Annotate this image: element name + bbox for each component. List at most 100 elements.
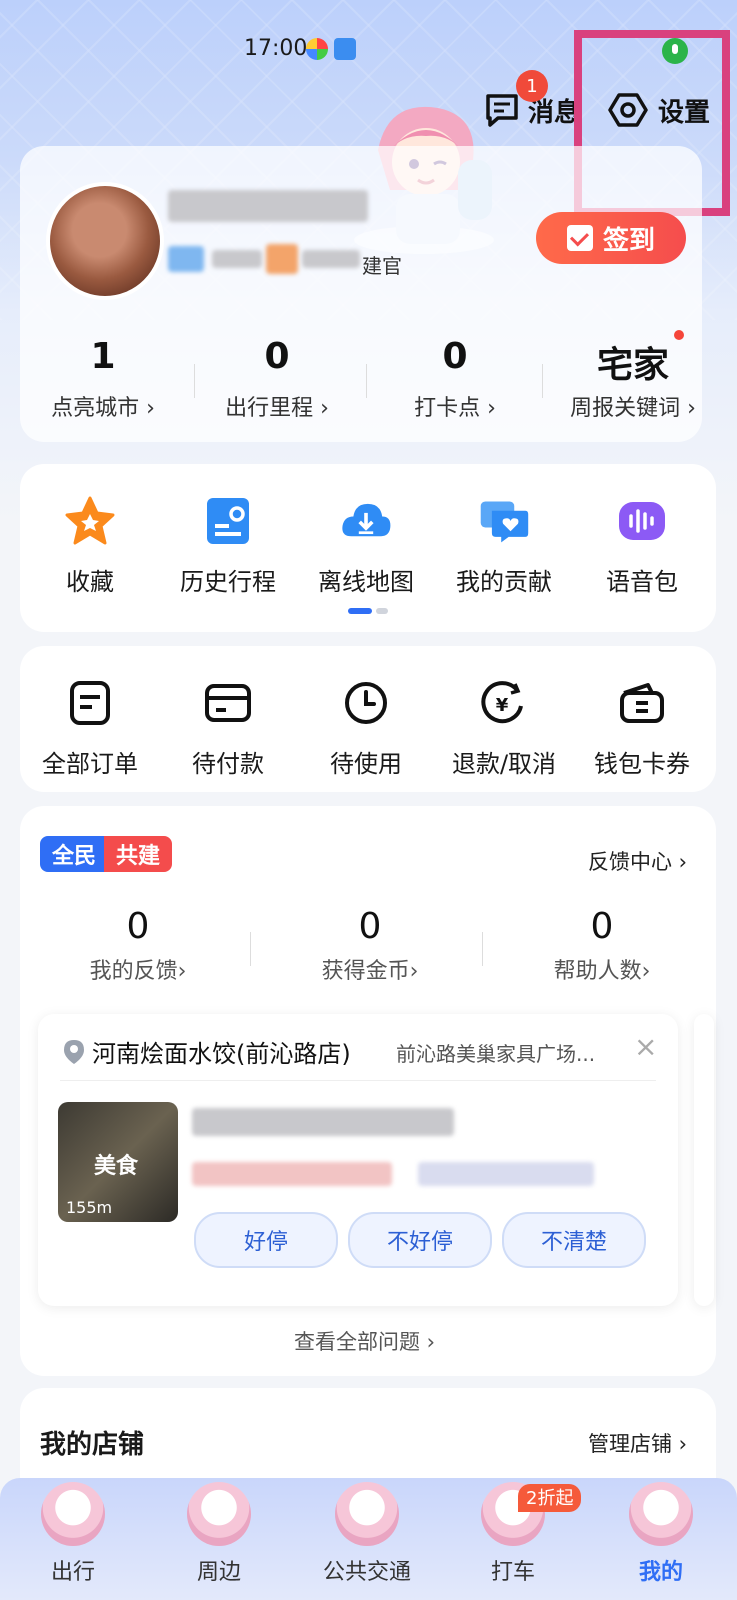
order-pending-payment[interactable]: 待付款 (158, 676, 298, 779)
refund-icon: ¥ (481, 681, 523, 724)
feedback-center-link[interactable]: 反馈中心 › (588, 846, 687, 876)
tab-label: 周边 (196, 1560, 241, 1585)
tab-mine[interactable]: 我的 (606, 1482, 716, 1586)
next-card-peek (694, 1014, 714, 1306)
tag-all-people: 全民 (40, 836, 109, 872)
medal-icon (266, 244, 298, 274)
stat-label: 帮助人数 (553, 959, 642, 984)
message-count-badge: 1 (516, 70, 548, 102)
place-address: 前沁路美巢家具广场... (396, 1042, 596, 1066)
people-helped-stat[interactable]: 0 帮助人数› (502, 906, 702, 985)
stat-label: 出行里程 (225, 396, 314, 421)
clock-icon (345, 682, 387, 724)
page-indicator (376, 608, 388, 614)
option-hard-parking[interactable]: 不好停 (348, 1212, 492, 1268)
divider (60, 1080, 656, 1081)
role-label: 建官 (362, 254, 402, 278)
manage-shop-label: 管理店铺 (588, 1432, 672, 1456)
tab-label: 打车 (490, 1560, 535, 1585)
history-route-icon (207, 498, 249, 544)
avatar[interactable] (46, 182, 164, 300)
username-blurred[interactable] (168, 190, 368, 222)
close-icon[interactable]: × (634, 1030, 657, 1063)
order-label: 待使用 (330, 750, 402, 778)
stat-label: 我的反馈 (89, 959, 178, 984)
checkin-button[interactable]: 签到 (536, 212, 686, 264)
shortcut-offline-map[interactable]: 离线地图 (296, 494, 436, 597)
message-icon (486, 94, 518, 127)
shortcut-label: 我的贡献 (456, 568, 552, 596)
app-status-icon (306, 38, 328, 60)
my-feedback-stat[interactable]: 0 我的反馈› (38, 906, 238, 985)
stat-label: 点亮城市 (51, 396, 140, 421)
order-wallet-coupons[interactable]: 钱包卡券 (572, 676, 712, 779)
thumbnail-distance: 155m (66, 1198, 113, 1217)
coins-earned-stat[interactable]: 0 获得金币› (270, 906, 470, 985)
order-to-use[interactable]: 待使用 (296, 676, 436, 779)
promo-badge: 2折起 (518, 1484, 582, 1512)
tab-travel[interactable]: 出行 (18, 1482, 128, 1586)
shop-title: 我的店铺 (40, 1430, 145, 1460)
place-thumbnail: 美食 155m (58, 1102, 178, 1222)
voice-wave-icon (619, 502, 665, 540)
stat-value: 0 (264, 336, 290, 377)
tag-co-build: 共建 (104, 836, 173, 872)
stat-travel-mileage[interactable]: 0 出行里程 › (192, 336, 362, 422)
shortcut-label: 收藏 (66, 568, 114, 596)
shortcut-contributions[interactable]: 我的贡献 (434, 494, 574, 597)
option-not-sure[interactable]: 不清楚 (502, 1212, 646, 1268)
stat-weekly-keyword[interactable]: 宅家 周报关键词 › (548, 336, 718, 422)
order-label: 钱包卡券 (594, 750, 690, 778)
stat-value: 宅家 (596, 345, 669, 386)
new-dot-badge (674, 330, 684, 340)
order-label: 全部订单 (42, 750, 138, 778)
mascot-travel-icon (41, 1482, 105, 1546)
shortcut-label: 语音包 (606, 568, 678, 596)
divider (542, 364, 543, 398)
stat-label: 打卡点 (414, 396, 481, 421)
divider (250, 932, 251, 966)
stat-value: 0 (126, 906, 150, 947)
divider (482, 932, 483, 966)
view-all-questions-link[interactable]: 查看全部问题 › (294, 1326, 435, 1356)
order-all[interactable]: 全部订单 (20, 676, 160, 779)
checkbox-icon (566, 225, 593, 251)
title-text-blurred (302, 250, 360, 268)
thumbnail-tag: 美食 (94, 1154, 139, 1179)
stat-value: 1 (90, 336, 116, 377)
place-name[interactable]: 河南烩面水饺(前沁路店) (92, 1034, 351, 1069)
tab-public-transit[interactable]: 公共交通 (312, 1482, 422, 1586)
order-list-icon (70, 681, 110, 725)
stat-checkin-points[interactable]: 0 打卡点 › (370, 336, 540, 422)
shortcut-favorites[interactable]: 收藏 (20, 494, 160, 597)
manage-shop-link[interactable]: 管理店铺 › (588, 1428, 687, 1458)
level-badge-icon (168, 246, 204, 272)
mascot-transit-icon (335, 1482, 399, 1546)
tab-label: 公共交通 (322, 1560, 411, 1585)
stat-lit-cities[interactable]: 1 点亮城市 › (18, 336, 188, 422)
order-label: 待付款 (192, 750, 264, 778)
shortcut-label: 离线地图 (318, 568, 414, 596)
stat-value: 0 (442, 336, 468, 377)
level-text-blurred (212, 250, 262, 268)
status-time: 17:00 (244, 36, 308, 61)
checkin-label: 签到 (602, 225, 655, 256)
star-icon (65, 496, 115, 545)
tab-label: 出行 (50, 1560, 95, 1585)
stat-label: 获得金币 (321, 959, 410, 984)
shortcut-voice-pack[interactable]: 语音包 (572, 494, 712, 597)
wallet-icon (620, 683, 664, 723)
order-label: 退款/取消 (451, 750, 557, 778)
feedback-center-label: 反馈中心 (588, 850, 672, 874)
tab-label: 我的 (638, 1560, 683, 1585)
card-icon (205, 684, 251, 722)
tag-blurred (418, 1162, 594, 1186)
mascot-nearby-icon (187, 1482, 251, 1546)
order-refund-cancel[interactable]: ¥ 退款/取消 (434, 676, 574, 779)
tab-nearby[interactable]: 周边 (164, 1482, 274, 1586)
option-easy-parking[interactable]: 好停 (194, 1212, 338, 1268)
notification-status-icon (334, 38, 356, 60)
location-pin-icon (64, 1040, 84, 1064)
view-all-label: 查看全部问题 (294, 1330, 420, 1354)
shortcut-trip-history[interactable]: 历史行程 (158, 494, 298, 597)
